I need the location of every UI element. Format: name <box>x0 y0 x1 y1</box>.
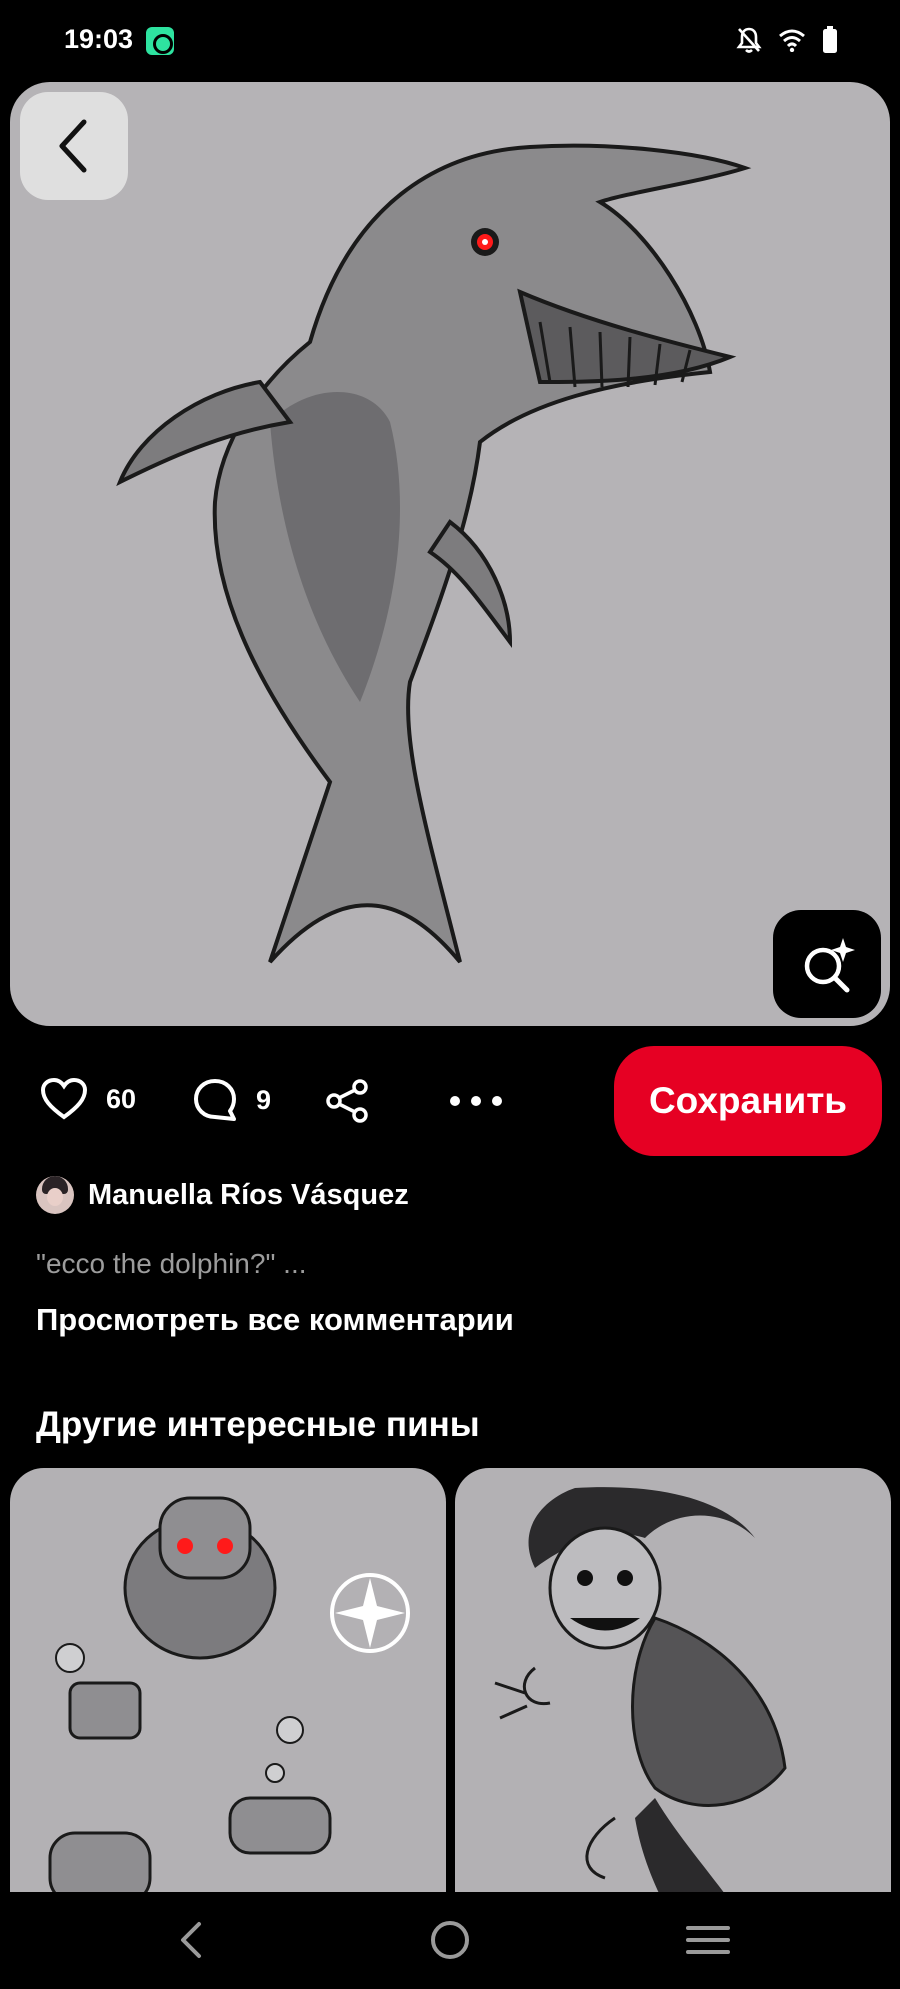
share-action[interactable] <box>324 1079 370 1123</box>
author-row[interactable]: Manuella Ríos Vásquez <box>36 1176 409 1214</box>
nav-home-button[interactable] <box>420 1914 480 1966</box>
lens-sparkle-icon <box>804 938 855 993</box>
back-nav-icon <box>181 1922 201 1958</box>
view-all-comments-link[interactable]: Просмотреть все комментарии <box>36 1302 514 1338</box>
avatar[interactable] <box>36 1176 74 1214</box>
home-nav-icon <box>431 1921 469 1959</box>
pin-detail-screen: 19:03 60 9 Сохранить Manuella Ríos Vásqu… <box>0 0 900 1989</box>
nav-recents-button[interactable] <box>678 1914 738 1966</box>
pin-image[interactable] <box>10 82 890 1026</box>
action-row: 60 9 Сохранить <box>0 1046 900 1156</box>
comment-preview[interactable]: "ecco the dolphin?" ... <box>36 1248 307 1280</box>
nav-back-button[interactable] <box>160 1914 220 1966</box>
system-nav-bar <box>0 1892 900 1989</box>
recents-nav-icon <box>686 1926 730 1954</box>
status-time: 19:03 <box>64 24 134 54</box>
like-action[interactable]: 60 <box>40 1077 136 1121</box>
like-count: 60 <box>106 1083 137 1114</box>
more-dots-icon <box>450 1096 502 1106</box>
back-button[interactable] <box>20 92 128 200</box>
comment-count: 9 <box>256 1084 272 1115</box>
bell-off-icon <box>736 27 762 53</box>
battery-icon <box>823 26 837 53</box>
more-options-button[interactable] <box>448 1094 504 1108</box>
share-icon <box>326 1079 368 1123</box>
chevron-left-icon <box>59 119 87 173</box>
music-app-icon <box>146 27 174 55</box>
heart-icon <box>40 1077 88 1120</box>
status-bar: 19:03 <box>0 0 900 80</box>
wifi-icon <box>779 29 805 52</box>
author-name[interactable]: Manuella Ríos Vásquez <box>88 1179 409 1212</box>
more-pins-title: Другие интересные пины <box>36 1405 480 1444</box>
dolphin-illustration <box>116 143 752 964</box>
status-icons <box>736 26 838 54</box>
save-button[interactable]: Сохранить <box>614 1046 882 1156</box>
comment-bubble-icon <box>194 1079 236 1121</box>
visual-search-button[interactable] <box>773 910 881 1018</box>
comment-action[interactable]: 9 <box>192 1077 271 1123</box>
